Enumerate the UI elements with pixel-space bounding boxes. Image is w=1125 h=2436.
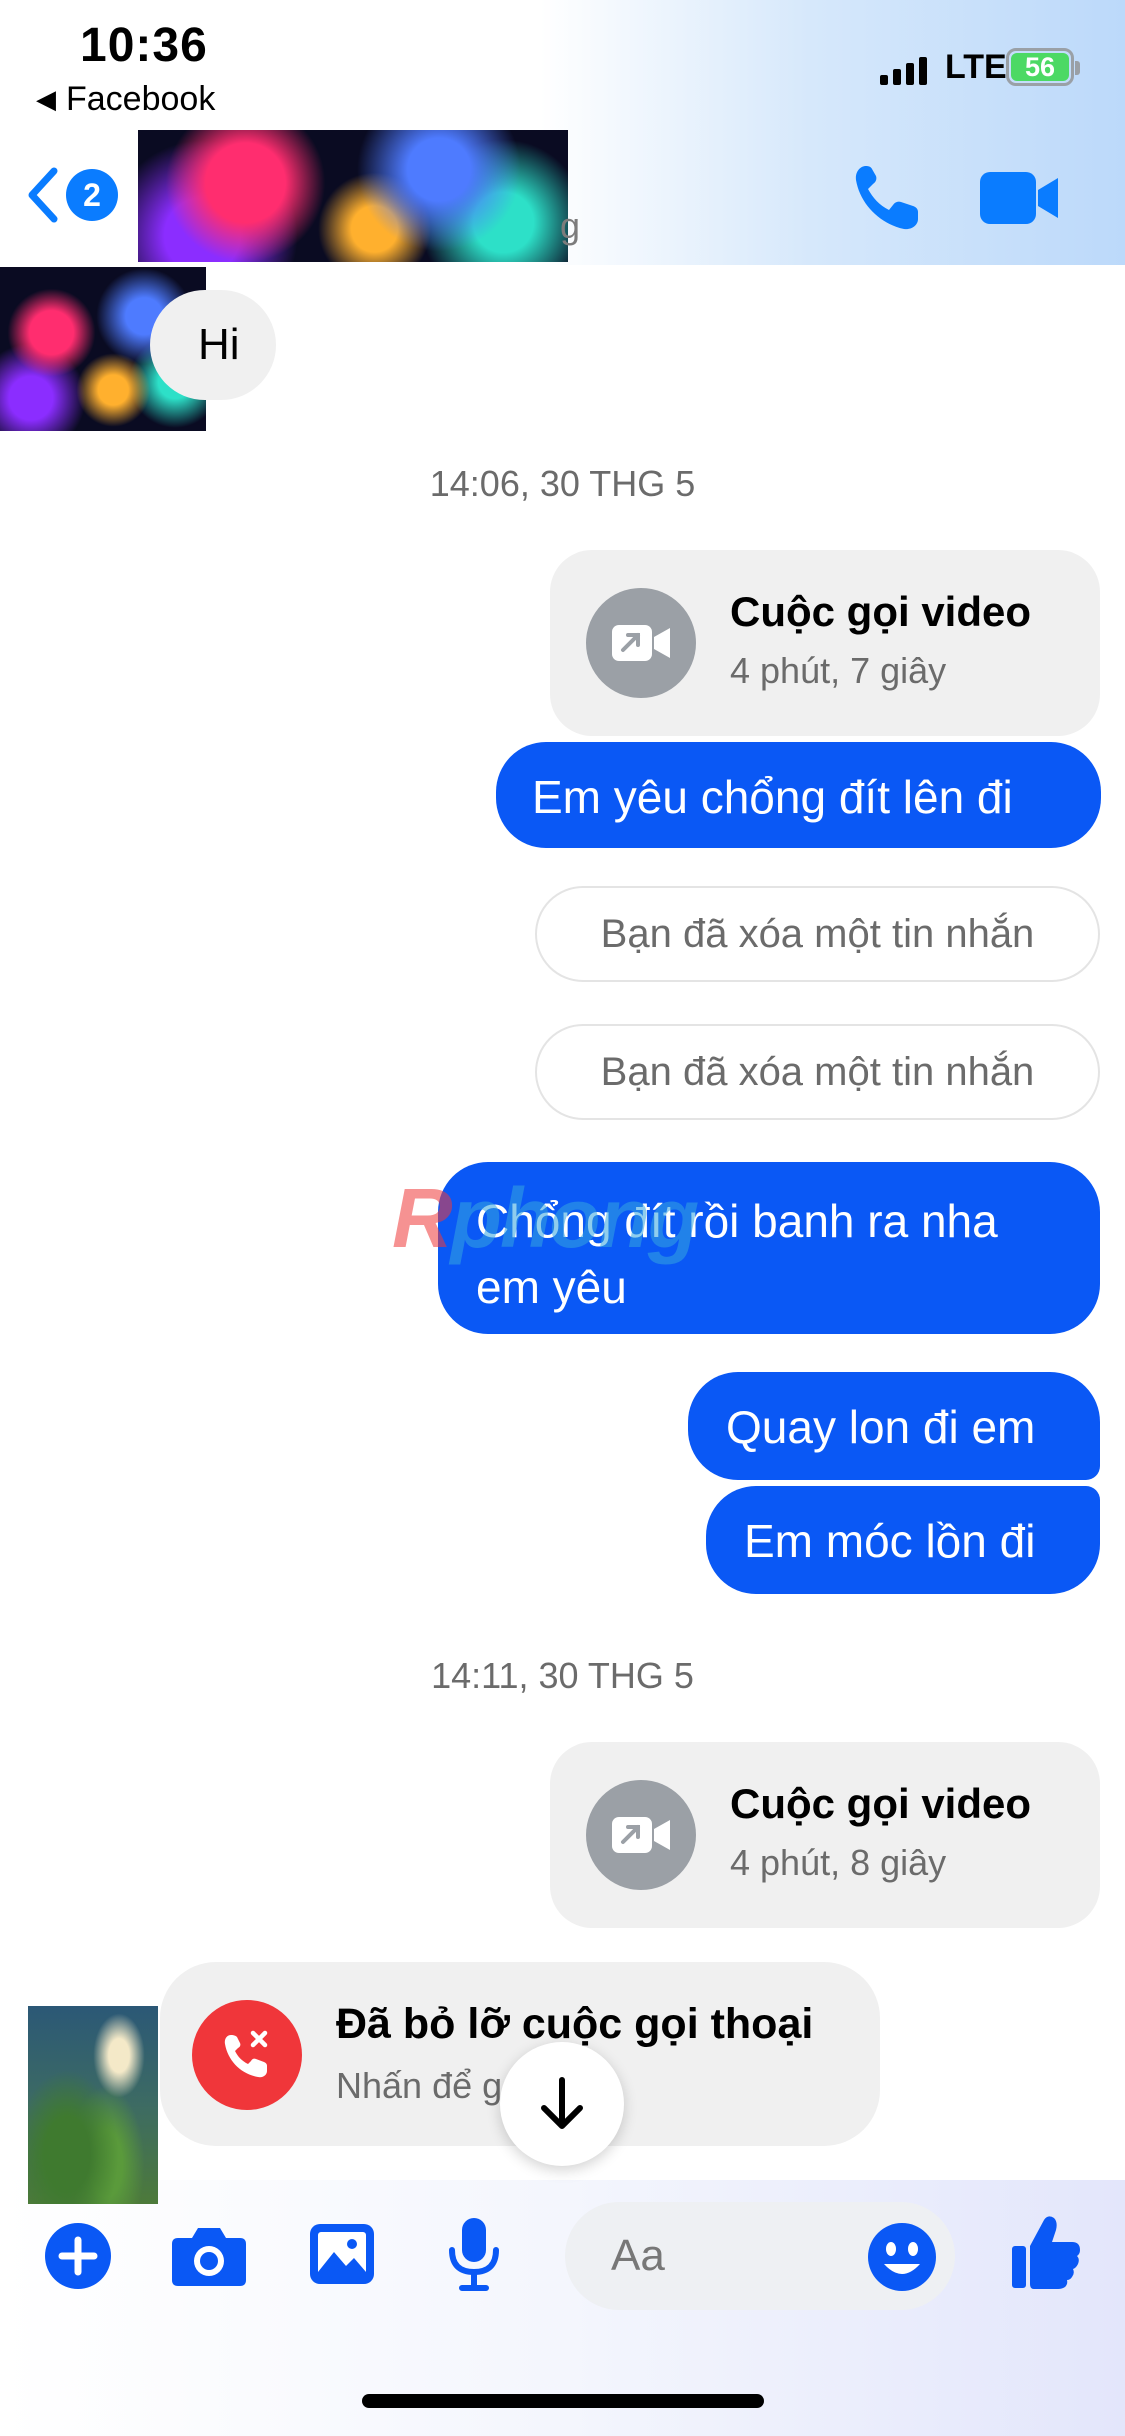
battery-level: 56 — [1024, 51, 1056, 82]
sent-message-bubble[interactable]: Em móc lồn đi — [706, 1486, 1100, 1594]
video-call-icon — [586, 1780, 696, 1890]
back-triangle-icon: ◀ — [36, 84, 56, 114]
call-duration: 4 phút, 8 giây — [730, 1842, 947, 1883]
call-duration: 4 phút, 7 giây — [730, 650, 947, 691]
missed-call-icon — [192, 2000, 302, 2110]
camera-icon[interactable] — [170, 2224, 248, 2288]
deleted-message-bubble: Bạn đã xóa một tin nhắn — [535, 886, 1100, 982]
chevron-left-icon — [28, 167, 58, 223]
message-input[interactable] — [609, 2230, 843, 2282]
back-to-app-link[interactable]: ◀ Facebook — [36, 80, 215, 119]
sent-message-text: Quay lon đi em — [726, 1401, 1036, 1453]
status-time: 10:36 — [80, 19, 208, 72]
back-app-label: Facebook — [66, 80, 216, 118]
contact-status-fragment: g — [560, 205, 581, 246]
video-call-card[interactable]: Cuộc gọi video 4 phút, 8 giây — [550, 1742, 1100, 1928]
phone-icon[interactable] — [852, 162, 922, 234]
sent-message-text: Em móc lồn đi — [744, 1515, 1036, 1567]
battery-icon: 56 — [1006, 48, 1080, 86]
sent-message-text: Em yêu chổng đít lên đi — [532, 771, 1013, 823]
video-call-icon — [586, 588, 696, 698]
signal-icon — [880, 55, 927, 85]
arrow-down-icon — [541, 2077, 583, 2129]
home-indicator — [362, 2394, 764, 2408]
plus-icon[interactable] — [44, 2222, 112, 2290]
timestamp: 14:06, 30 THG 5 — [429, 463, 696, 504]
sender-avatar[interactable] — [28, 2006, 158, 2204]
sent-message-bubble[interactable]: Quay lon đi em — [688, 1372, 1100, 1480]
thumbs-up-icon[interactable] — [1010, 2214, 1082, 2290]
back-button[interactable]: 2 — [22, 165, 118, 225]
received-message-text: Hi — [198, 320, 240, 369]
emoji-icon[interactable] — [867, 2222, 937, 2292]
timestamp: 14:11, 30 THG 5 — [431, 1655, 694, 1696]
video-call-card[interactable]: Cuộc gọi video 4 phút, 7 giây — [550, 550, 1100, 736]
image-icon[interactable] — [308, 2222, 376, 2286]
sent-message-bubble[interactable]: Em yêu chổng đít lên đi — [496, 742, 1101, 848]
call-title: Cuộc gọi video — [730, 1780, 1032, 1827]
contact-avatar-redacted[interactable] — [138, 130, 568, 262]
deleted-message-bubble: Bạn đã xóa một tin nhắn — [535, 1024, 1100, 1120]
scroll-to-bottom-button[interactable] — [500, 2042, 624, 2166]
message-composer[interactable] — [565, 2202, 955, 2310]
watermark: Rphong — [392, 1171, 699, 1265]
network-label: LTE — [945, 48, 1007, 86]
microphone-icon[interactable] — [446, 2216, 502, 2292]
video-camera-icon[interactable] — [978, 170, 1062, 226]
call-title: Cuộc gọi video — [730, 588, 1032, 635]
missed-call-title: Đã bỏ lỡ cuộc gọi thoại — [336, 2000, 814, 2048]
unread-badge: 2 — [66, 169, 118, 221]
